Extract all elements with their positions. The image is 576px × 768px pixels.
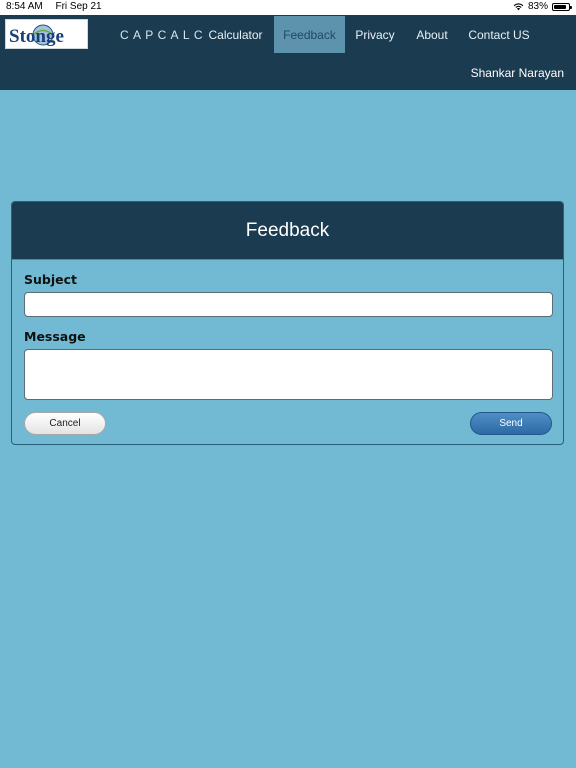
status-bar: 8:54 AM Fri Sep 21 83%	[0, 0, 576, 15]
feedback-card-header: Feedback	[12, 202, 563, 260]
feedback-title: Feedback	[245, 219, 330, 241]
subject-input[interactable]	[24, 292, 553, 317]
message-textarea[interactable]	[24, 349, 553, 400]
nav-contact-us[interactable]: Contact US	[459, 16, 539, 53]
brand-title: CAPCALC	[120, 28, 207, 42]
nav-feedback[interactable]: Feedback	[274, 16, 345, 53]
feedback-card: Feedback Subject Message Cancel Send	[11, 201, 564, 445]
logo-text: Stonge	[9, 26, 64, 47]
app-header: Stonge CAPCALC Calculator Feedback Priva…	[0, 15, 576, 90]
status-left: 8:54 AM Fri Sep 21	[6, 1, 112, 12]
status-date: Fri Sep 21	[55, 1, 102, 12]
wifi-icon	[513, 3, 524, 11]
nav-about[interactable]: About	[405, 16, 459, 53]
stonge-logo[interactable]: Stonge	[5, 19, 88, 49]
battery-icon	[552, 2, 572, 11]
battery-percent: 83%	[527, 1, 548, 12]
stonge-logo-image: Stonge	[9, 24, 64, 47]
user-name[interactable]: Shankar Narayan	[471, 66, 564, 80]
subject-label: Subject	[24, 272, 77, 287]
status-time: 8:54 AM	[6, 1, 43, 12]
nav-privacy[interactable]: Privacy	[345, 16, 405, 53]
status-right: 83%	[513, 1, 572, 12]
battery-fill	[554, 4, 566, 9]
message-label: Message	[24, 329, 86, 344]
send-button[interactable]: Send	[470, 412, 552, 435]
nav-calculator[interactable]: Calculator	[197, 16, 274, 53]
cancel-button[interactable]: Cancel	[24, 412, 106, 435]
